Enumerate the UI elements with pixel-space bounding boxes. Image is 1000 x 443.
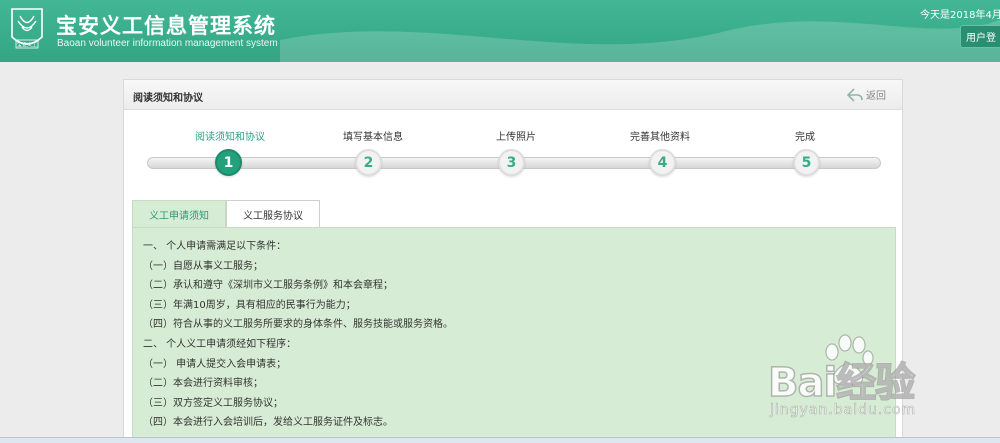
panel-title: 阅读须知和协议 — [133, 93, 203, 104]
app-title: 宝安义工信息管理系统 — [56, 14, 276, 38]
content-line: 一、 个人申请需满足以下条件： — [143, 241, 287, 252]
current-date: 今天是2018年4月1 — [920, 10, 1000, 21]
volunteer-logo-icon: 宝安义工 — [11, 8, 43, 49]
tab-application-notice[interactable]: 义工申请须知 — [132, 200, 226, 227]
agreement-panel: 阅读须知和协议 返回 阅读须知和协议 填写基本信息 上传照片 完善其他资料 完成… — [123, 79, 903, 443]
content-line: （四）符合从事的义工服务所要求的身体条件、服务技能或服务资格。 — [143, 319, 453, 331]
content-line: （一） 申请人提交入会申请表； — [143, 358, 287, 370]
back-button[interactable]: 返回 — [847, 87, 886, 102]
step-label-5: 完成 — [795, 132, 815, 143]
step-5-indicator: 5 — [793, 149, 820, 176]
step-label-2: 填写基本信息 — [343, 132, 403, 143]
header-decoration — [280, 20, 1000, 62]
user-login-button[interactable]: 用户登 — [960, 25, 1000, 48]
content-line: （三）双方签定义工服务协议； — [143, 397, 283, 409]
step-4-indicator: 4 — [649, 149, 676, 176]
content-line: （三）年满10周岁，具有相应的民事行为能力； — [143, 299, 356, 311]
back-arrow-icon — [847, 87, 863, 102]
tab-bar: 义工申请须知 义工服务协议 — [132, 200, 320, 227]
step-1-indicator: 1 — [215, 149, 242, 176]
step-label-3: 上传照片 — [496, 132, 536, 143]
browser-status-bar — [0, 437, 1000, 443]
step-3-indicator: 3 — [498, 149, 525, 176]
panel-header: 阅读须知和协议 返回 — [124, 80, 902, 110]
back-label: 返回 — [866, 91, 886, 102]
content-line: （二）承认和遵守《深圳市义工服务条例》和本会章程； — [143, 280, 393, 292]
content-line: （一）自愿从事义工服务； — [143, 260, 263, 272]
app-header: 宝安义工 宝安义工信息管理系统 Baoan volunteer informat… — [0, 0, 1000, 62]
content-line: （二）本会进行资料审核； — [143, 378, 263, 390]
content-line: 二、 个人义工申请须经如下程序： — [143, 338, 297, 350]
step-label-1: 阅读须知和协议 — [195, 132, 265, 143]
step-label-4: 完善其他资料 — [630, 132, 690, 143]
content-line: （四）本会进行入会培训后，发给义工服务证件及标志。 — [143, 417, 393, 429]
tab-service-agreement[interactable]: 义工服务协议 — [226, 200, 320, 227]
app-subtitle: Baoan volunteer information management s… — [57, 38, 278, 49]
svg-text:宝安义工: 宝安义工 — [17, 42, 37, 49]
notice-content: 一、 个人申请需满足以下条件： （一）自愿从事义工服务； （二）承认和遵守《深圳… — [132, 227, 896, 443]
step-2-indicator: 2 — [355, 149, 382, 176]
